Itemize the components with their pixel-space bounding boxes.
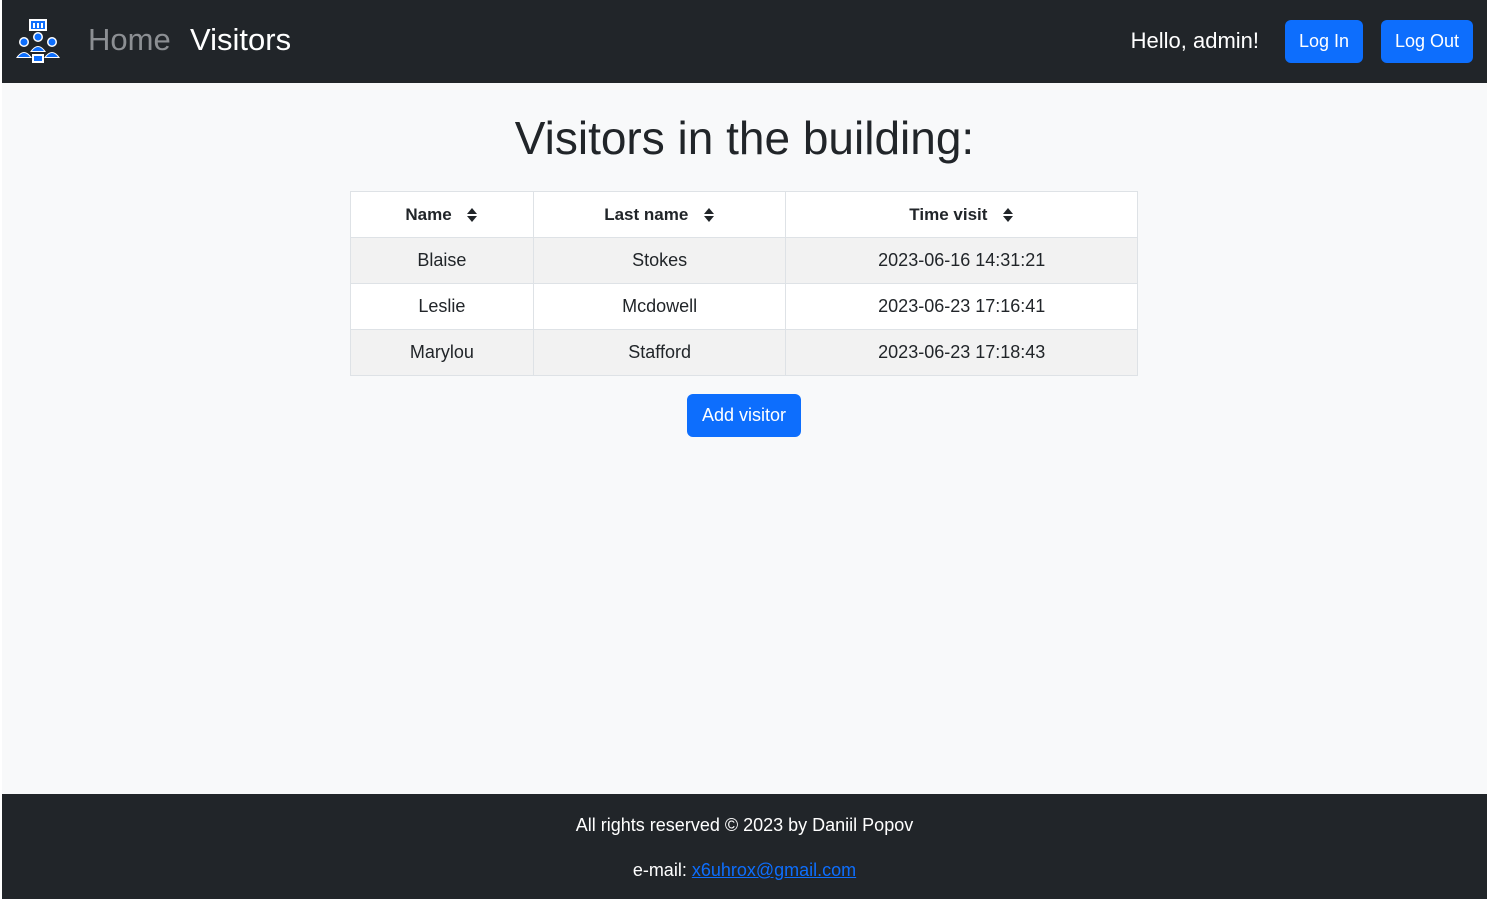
add-visitor-button[interactable]: Add visitor xyxy=(687,394,801,437)
column-header-label: Name xyxy=(405,204,452,224)
page-title: Visitors in the building: xyxy=(514,112,975,164)
page: Home Visitors Hello, admin! Log In Log O… xyxy=(2,0,1487,899)
user-greeting: Hello, admin! xyxy=(1130,28,1259,53)
copyright-text: All rights reserved © 2023 by Daniil Pop… xyxy=(575,815,914,835)
cell-last-name: Mcdowell xyxy=(532,283,787,330)
cell-last-name: Stokes xyxy=(532,237,787,284)
footer: All rights reserved © 2023 by Daniil Pop… xyxy=(2,794,1487,899)
cell-time-visit: 2023-06-23 17:18:43 xyxy=(785,329,1138,376)
sort-arrows-icon[interactable] xyxy=(1002,207,1014,223)
email-label: e-mail: xyxy=(632,860,687,880)
cell-time-visit: 2023-06-16 14:31:21 xyxy=(785,237,1138,284)
cell-name: Blaise xyxy=(350,237,534,284)
cell-last-name: Stafford xyxy=(532,329,787,376)
column-header-label: Time visit xyxy=(909,204,988,224)
building-visitors-logo-icon[interactable] xyxy=(14,18,62,64)
table-row: Marylou Stafford 2023-06-23 17:18:43 xyxy=(350,329,1138,376)
visitors-table: Name Last name Time visit Blaise Stokes … xyxy=(350,191,1138,376)
column-header-name[interactable]: Name xyxy=(350,191,534,238)
column-header-label: Last name xyxy=(604,204,689,224)
table-header-row: Name Last name Time visit xyxy=(350,191,1138,238)
email-line: e-mail: x6uhrox@gmail.com xyxy=(2,859,1487,881)
column-header-last-name[interactable]: Last name xyxy=(532,191,787,238)
email-link[interactable]: x6uhrox@gmail.com xyxy=(692,860,856,880)
sort-arrows-icon[interactable] xyxy=(703,207,715,223)
nav-home-link[interactable]: Home xyxy=(88,20,171,60)
login-button[interactable]: Log In xyxy=(1285,20,1363,63)
table-row: Blaise Stokes 2023-06-16 14:31:21 xyxy=(350,237,1138,284)
logout-button[interactable]: Log Out xyxy=(1381,20,1473,63)
table-row: Leslie Mcdowell 2023-06-23 17:16:41 xyxy=(350,283,1138,330)
sort-arrows-icon[interactable] xyxy=(466,207,478,223)
navbar: Home Visitors Hello, admin! Log In Log O… xyxy=(2,0,1487,83)
cell-time-visit: 2023-06-23 17:16:41 xyxy=(785,283,1138,330)
cell-name: Marylou xyxy=(350,329,534,376)
nav-visitors-link[interactable]: Visitors xyxy=(190,20,291,60)
cell-name: Leslie xyxy=(350,283,534,330)
column-header-time-visit[interactable]: Time visit xyxy=(785,191,1138,238)
